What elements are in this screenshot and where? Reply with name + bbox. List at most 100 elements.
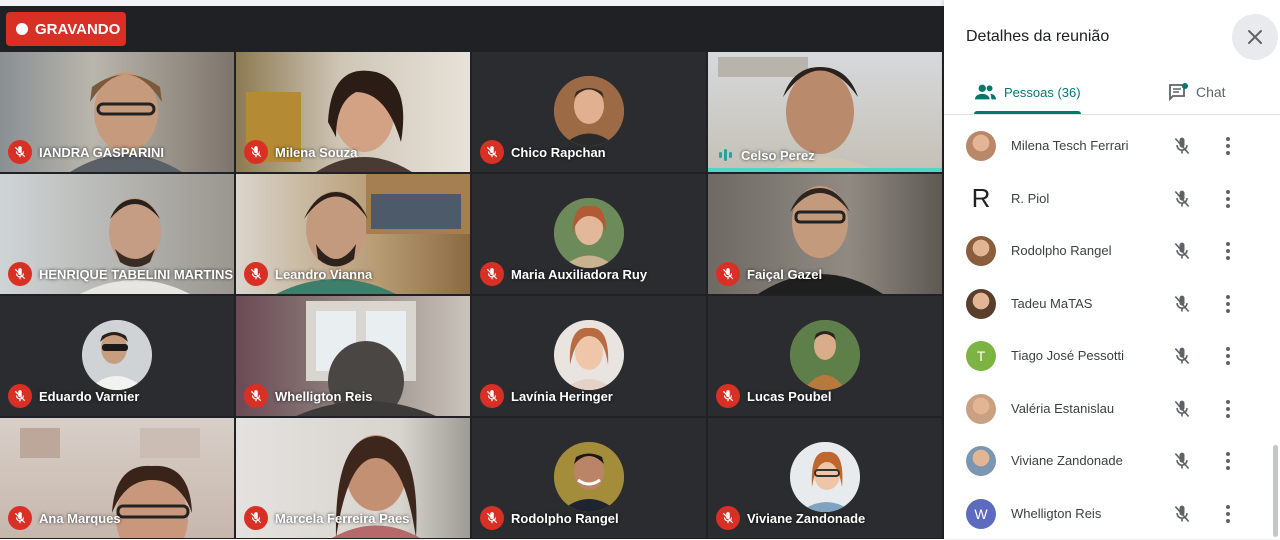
tile-name: Ana Marques: [8, 506, 121, 530]
mic-off-icon[interactable]: [1172, 504, 1192, 524]
video-tile[interactable]: Lucas Poubel: [708, 296, 942, 416]
participant-row[interactable]: T Tiago José Pessotti: [944, 330, 1280, 382]
more-options-icon[interactable]: [1220, 399, 1236, 419]
participant-name: Rodolpho Rangel: [1011, 243, 1112, 258]
tile-name: Leandro Vianna: [244, 262, 372, 286]
mic-off-icon: [244, 506, 268, 530]
tile-name: HENRIQUE TABELINI MARTINS: [8, 262, 233, 286]
participant-avatar: [966, 288, 996, 319]
video-tile[interactable]: Milena Souza: [236, 52, 470, 172]
tile-name: Maria Auxiliadora Ruy: [480, 262, 647, 286]
tab-people[interactable]: Pessoas (36): [974, 70, 1081, 114]
video-tile[interactable]: IANDRA GASPARINI: [0, 52, 234, 172]
tile-name: Lavínia Heringer: [480, 384, 613, 408]
mic-off-icon: [716, 384, 740, 408]
close-panel-button[interactable]: [1232, 14, 1278, 60]
participant-name: Tiago José Pessotti: [1011, 348, 1124, 363]
participant-avatar: [966, 236, 996, 266]
video-tile[interactable]: Faiçal Gazel: [708, 174, 942, 294]
record-dot-icon: [16, 23, 28, 35]
mic-off-icon: [8, 262, 32, 286]
participant-avatar: [790, 442, 860, 512]
participant-row[interactable]: W Whelligton Reis: [944, 488, 1280, 540]
mic-off-icon[interactable]: [1172, 399, 1192, 419]
tile-name: Celso Perez: [716, 146, 815, 164]
tab-chat[interactable]: Chat: [1168, 70, 1226, 114]
participant-row[interactable]: Rodolpho Rangel: [944, 225, 1280, 277]
video-tile[interactable]: Viviane Zandonade: [708, 418, 942, 538]
tile-name: Viviane Zandonade: [716, 506, 865, 530]
recording-label: GRAVANDO: [35, 20, 121, 38]
panel-title: Detalhes da reunião: [966, 28, 1110, 45]
more-options-icon[interactable]: [1220, 136, 1236, 156]
panel-tabs: Pessoas (36) Chat: [944, 70, 1280, 115]
video-tile[interactable]: Leandro Vianna: [236, 174, 470, 294]
participant-avatar: R: [966, 184, 996, 214]
mic-off-icon[interactable]: [1172, 346, 1192, 366]
more-options-icon[interactable]: [1220, 294, 1236, 314]
participant-row[interactable]: Valéria Estanislau: [944, 383, 1280, 435]
more-options-icon[interactable]: [1220, 189, 1236, 209]
video-tile[interactable]: Maria Auxiliadora Ruy: [472, 174, 706, 294]
mic-off-icon: [244, 140, 268, 164]
mic-off-icon: [480, 506, 504, 530]
video-tile[interactable]: Chico Rapchan: [472, 52, 706, 172]
tile-name: Rodolpho Rangel: [480, 506, 619, 530]
participant-list: Milena Tesch Ferrari R R. Piol Rodolpho Ran…: [944, 120, 1280, 539]
tab-people-label: Pessoas (36): [1004, 84, 1081, 100]
mic-off-icon: [716, 506, 740, 530]
mic-off-icon: [480, 262, 504, 286]
participant-avatar: [82, 320, 152, 390]
mic-off-icon: [480, 140, 504, 164]
participant-grid: IANDRA GASPARINI Milena Souza Chico Rapc…: [0, 52, 944, 539]
more-options-icon[interactable]: [1220, 451, 1236, 471]
participant-avatar: [966, 393, 996, 424]
mic-off-icon[interactable]: [1172, 294, 1192, 314]
video-tile[interactable]: Ana Marques: [0, 418, 234, 538]
participant-name: Valéria Estanislau: [1011, 400, 1115, 416]
participant-avatar: [554, 320, 624, 390]
chat-icon: [1169, 83, 1188, 101]
video-tile[interactable]: Celso Perez: [708, 52, 942, 172]
participant-avatar: T: [966, 341, 996, 371]
more-options-icon[interactable]: [1220, 241, 1236, 261]
speaking-indicator-icon: [716, 146, 734, 164]
participant-name: Milena Tesch Ferrari: [1011, 138, 1129, 153]
video-tile[interactable]: Lavínia Heringer: [472, 296, 706, 416]
participant-row[interactable]: R R. Piol: [944, 173, 1280, 225]
video-tile[interactable]: Whelligton Reis: [236, 296, 470, 416]
close-icon: [1248, 30, 1262, 44]
recording-badge: GRAVANDO: [6, 12, 126, 46]
mic-off-icon: [480, 384, 504, 408]
video-tile[interactable]: HENRIQUE TABELINI MARTINS: [0, 174, 234, 294]
participant-name: Tadeu MaTAS: [1011, 295, 1093, 311]
tile-name: Whelligton Reis: [244, 384, 373, 408]
participant-row[interactable]: Viviane Zandonade: [944, 435, 1280, 487]
participant-row[interactable]: Tadeu MaTAS: [944, 278, 1280, 330]
mic-off-icon[interactable]: [1172, 241, 1192, 261]
active-tab-indicator: [974, 111, 1081, 114]
avatar-letter: R: [971, 183, 991, 214]
video-tile[interactable]: Marcela Ferreira Paes: [236, 418, 470, 538]
mic-off-icon[interactable]: [1172, 136, 1192, 156]
participant-avatar: [790, 320, 860, 390]
tile-name: IANDRA GASPARINI: [8, 140, 164, 164]
mic-off-icon[interactable]: [1172, 451, 1192, 471]
video-tile[interactable]: Rodolpho Rangel: [472, 418, 706, 538]
mic-off-icon: [8, 384, 32, 408]
participant-row[interactable]: Milena Tesch Ferrari: [944, 120, 1280, 172]
mic-off-icon: [244, 384, 268, 408]
more-options-icon[interactable]: [1220, 504, 1236, 524]
video-tile[interactable]: Eduardo Varnier: [0, 296, 234, 416]
mic-off-icon[interactable]: [1172, 189, 1192, 209]
more-options-icon[interactable]: [1220, 346, 1236, 366]
scrollbar[interactable]: [1273, 445, 1278, 537]
participant-name: R. Piol: [1011, 190, 1050, 206]
participant-avatar: [966, 446, 996, 476]
participant-name: Whelligton Reis: [1011, 505, 1102, 521]
tile-name: Milena Souza: [244, 140, 357, 164]
participant-avatar: [554, 198, 624, 268]
active-speaker-bar: [708, 168, 942, 172]
meeting-details-panel: Detalhes da reunião Pessoas (36) Chat Mi…: [944, 0, 1280, 539]
tile-name: Faiçal Gazel: [716, 262, 822, 286]
